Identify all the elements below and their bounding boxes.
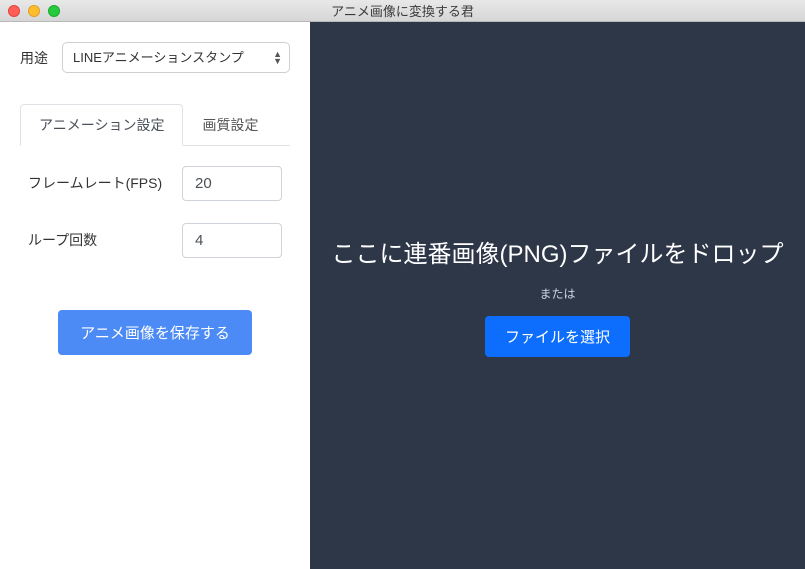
loop-input[interactable]	[182, 223, 282, 258]
settings-panel: 用途 LINEアニメーションスタンプ ▲▼ アニメーション設定 画質設定 フレー…	[0, 22, 310, 569]
loop-label: ループ回数	[28, 231, 182, 251]
save-button-wrap: アニメ画像を保存する	[20, 310, 290, 355]
tab-quality[interactable]: 画質設定	[183, 104, 277, 146]
drop-zone[interactable]: ここに連番画像(PNG)ファイルをドロップ または ファイルを選択	[310, 22, 805, 569]
purpose-row: 用途 LINEアニメーションスタンプ ▲▼	[20, 42, 290, 73]
framerate-input[interactable]	[182, 166, 282, 201]
drop-title: ここに連番画像(PNG)ファイルをドロップ	[332, 234, 784, 269]
tab-animation[interactable]: アニメーション設定	[20, 104, 183, 146]
drop-or-text: または	[539, 285, 575, 302]
traffic-lights	[8, 5, 60, 17]
framerate-row: フレームレート(FPS)	[28, 166, 282, 201]
purpose-select-wrap: LINEアニメーションスタンプ ▲▼	[62, 42, 290, 73]
save-button[interactable]: アニメ画像を保存する	[58, 310, 252, 355]
file-select-button[interactable]: ファイルを選択	[485, 316, 630, 357]
content: 用途 LINEアニメーションスタンプ ▲▼ アニメーション設定 画質設定 フレー…	[0, 22, 805, 569]
purpose-label: 用途	[20, 48, 62, 68]
close-icon[interactable]	[8, 5, 20, 17]
loop-row: ループ回数	[28, 223, 282, 258]
maximize-icon[interactable]	[48, 5, 60, 17]
titlebar: アニメ画像に変換する君	[0, 0, 805, 22]
framerate-label: フレームレート(FPS)	[28, 174, 182, 194]
window-title: アニメ画像に変換する君	[0, 1, 805, 20]
minimize-icon[interactable]	[28, 5, 40, 17]
tab-content-animation: フレームレート(FPS) ループ回数	[20, 146, 290, 300]
tabs: アニメーション設定 画質設定	[20, 103, 290, 146]
app-window: アニメ画像に変換する君 用途 LINEアニメーションスタンプ ▲▼ アニメーショ…	[0, 0, 805, 569]
purpose-select[interactable]: LINEアニメーションスタンプ	[62, 42, 290, 73]
